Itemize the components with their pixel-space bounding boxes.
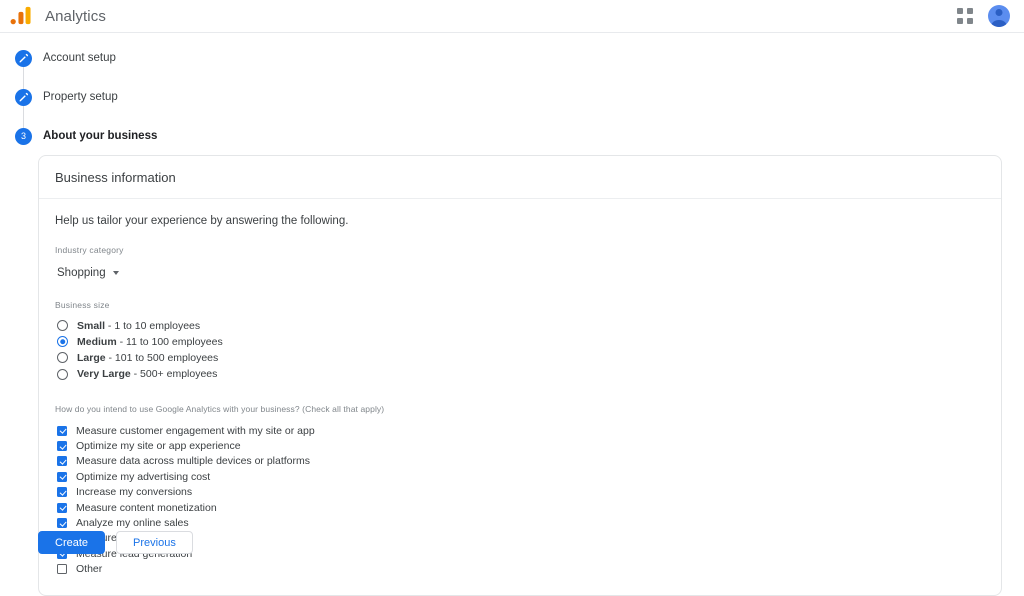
checkbox-option-lead-generation[interactable]: Measure lead generation [55,546,985,561]
step-connector [23,106,24,128]
checkbox-indicator-checked[interactable] [57,487,67,498]
checkbox-option-measure-multi-device[interactable]: Measure data across multiple devices or … [55,454,985,469]
checkbox-indicator[interactable] [57,564,67,575]
apps-grid-dot [957,8,963,14]
radio-option-name: Medium [77,335,117,348]
stepper-step-label: About your business [43,130,158,142]
checkbox-option-optimize-ad-cost[interactable]: Optimize my advertising cost [55,469,985,484]
card-intro-text: Help us tailor your experience by answer… [55,215,349,227]
business-size-radio-group: Small - 1 to 10 employees Medium - 11 to… [55,318,985,382]
form-actions: Create Previous [38,531,193,554]
radio-indicator[interactable] [57,368,68,380]
chevron-down-icon [112,271,119,275]
industry-category-dropdown[interactable]: Shopping [57,267,119,279]
stepper-step-account-setup[interactable]: Account setup [15,50,1024,89]
radio-option-name: Large [77,351,106,364]
analytics-bars-icon [10,6,31,25]
checkbox-option-label: Optimize my site or app experience [76,439,241,452]
radio-option-name: Small [77,319,106,332]
step-connector [23,67,24,89]
checkbox-option-label: Measure data across multiple devices or … [76,455,311,468]
pencil-icon [19,53,29,63]
radio-option-detail: - 101 to 500 employees [105,351,219,364]
checkbox-indicator-checked[interactable] [57,502,67,513]
step-marker-complete [15,50,32,67]
checkbox-indicator-checked[interactable] [57,425,67,436]
radio-option-detail: - 11 to 100 employees [116,335,223,348]
setup-stepper: Account setup Property setup 3 About you… [0,33,1024,148]
step-marker-number: 3 [15,128,32,145]
checkbox-option-optimize-experience[interactable]: Optimize my site or app experience [55,438,985,453]
stepper-step-property-setup[interactable]: Property setup [15,89,1024,128]
checkbox-option-label: Measure customer engagement with my site… [76,424,315,437]
checkbox-option-label: Other [76,563,103,576]
apps-grid-icon[interactable] [956,7,974,25]
radio-indicator[interactable] [57,320,68,332]
stepper-step-about-your-business[interactable]: 3 About your business [15,128,1024,148]
radio-option-small[interactable]: Small - 1 to 10 employees [55,318,985,334]
radio-option-detail: - 500+ employees [130,368,218,381]
radio-option-very-large[interactable]: Very Large - 500+ employees [55,366,985,382]
stepper-step-label: Property setup [43,91,118,103]
checkbox-option-app-installs[interactable]: Measure app installs [55,531,985,546]
radio-option-large[interactable]: Large - 101 to 500 employees [55,350,985,366]
checkbox-option-label: Increase my conversions [76,486,193,499]
business-size-label: Business size [55,300,110,310]
checkbox-option-label: Measure content monetization [76,501,217,514]
checkbox-option-increase-conversions[interactable]: Increase my conversions [55,484,985,499]
create-button[interactable]: Create [38,531,106,554]
checkbox-option-customer-engagement[interactable]: Measure customer engagement with my site… [55,423,985,438]
industry-category-value: Shopping [57,267,106,279]
checkbox-option-label: Optimize my advertising cost [76,470,211,483]
account-avatar-icon[interactable] [988,5,1010,27]
app-title: Analytics [45,7,106,25]
checkbox-indicator-checked[interactable] [57,471,67,482]
card-header: Business information [39,156,1001,199]
radio-indicator-selected[interactable] [57,336,68,348]
checkbox-indicator-checked[interactable] [57,517,67,528]
checkbox-option-label: Analyze my online sales [76,516,189,529]
business-information-card: Business information Help us tailor your… [38,155,1002,596]
intent-checkbox-group: Measure customer engagement with my site… [55,423,985,577]
intent-question-label: How do you intend to use Google Analytic… [55,403,385,414]
apps-grid-dot [967,8,973,14]
previous-button[interactable]: Previous [116,531,193,554]
stepper-step-label: Account setup [43,52,116,64]
checkbox-option-other[interactable]: Other [55,561,985,576]
brand[interactable]: Analytics [10,6,106,26]
industry-category-label: Industry category [55,245,124,255]
radio-option-name: Very Large [77,368,131,381]
checkbox-option-analyze-online-sales[interactable]: Analyze my online sales [55,515,985,530]
radio-option-detail: - 1 to 10 employees [105,319,201,332]
radio-option-medium[interactable]: Medium - 11 to 100 employees [55,334,985,350]
pencil-icon [19,92,29,102]
apps-grid-dot [957,18,963,24]
radio-indicator[interactable] [57,352,68,364]
checkbox-option-content-monetization[interactable]: Measure content monetization [55,500,985,515]
checkbox-indicator-checked[interactable] [57,440,67,451]
step-marker-complete [15,89,32,106]
apps-grid-dot [967,18,973,24]
app-header: Analytics [0,0,1024,33]
checkbox-indicator-checked[interactable] [57,456,67,467]
header-actions [956,5,1010,27]
